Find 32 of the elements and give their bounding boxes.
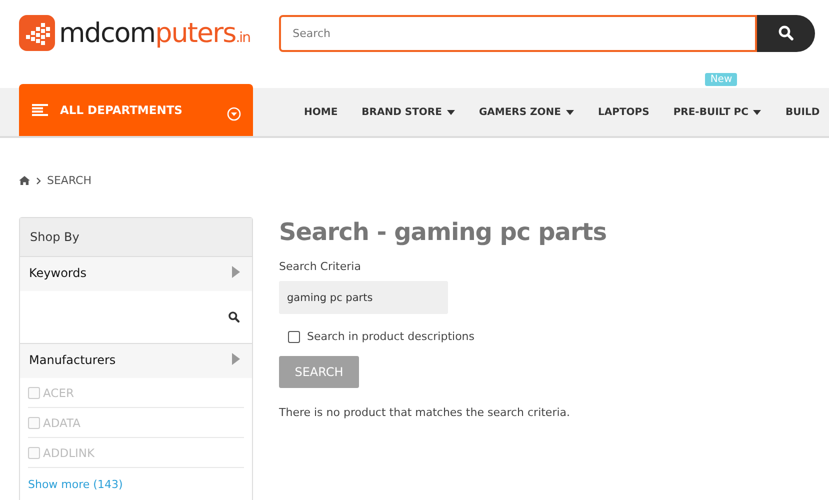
chevron-icon	[36, 176, 41, 184]
search-button[interactable]	[757, 14, 815, 52]
triangle-icon	[232, 266, 240, 278]
new-badge: New	[705, 72, 738, 86]
search-field[interactable]: Search	[278, 14, 757, 52]
checkbox[interactable]	[288, 330, 300, 342]
logo-wordmark: mdcomputers.in	[59, 20, 250, 46]
triangle-icon	[232, 353, 240, 365]
home-icon[interactable]	[19, 176, 30, 185]
checkbox-label: Search in product descriptions	[307, 330, 475, 343]
nav-link[interactable]: GAMERS ZONE	[478, 106, 574, 118]
menu-icon	[32, 104, 48, 116]
dropdown-circle-icon	[227, 107, 241, 121]
no-results-message: There is no product that matches the search criteria.	[279, 406, 572, 419]
logo-icon	[19, 15, 55, 51]
nav-link[interactable]: LAPTOPS	[598, 106, 650, 118]
checkbox-label: ADDLINK	[43, 446, 95, 460]
search-criteria-field[interactable]: gaming pc parts	[279, 281, 448, 314]
breadcrumb-link[interactable]: SEARCH	[47, 174, 92, 187]
filter-header[interactable]: Keywords	[20, 257, 252, 291]
nav-link[interactable]: BUILD	[785, 106, 820, 118]
search-icon[interactable]	[228, 311, 240, 323]
field-label: Search Criteria	[279, 260, 362, 273]
panel-title: Shop By	[20, 218, 252, 257]
filter-header[interactable]: Manufacturers	[20, 344, 252, 378]
nav-link[interactable]: PRE-BUILT PC	[673, 106, 762, 118]
nav-link[interactable]: HOME	[304, 106, 338, 118]
search-icon	[778, 25, 794, 41]
checkbox-label: ACER	[43, 386, 74, 400]
page-heading: Search - gaming pc parts	[279, 218, 608, 246]
nav-link[interactable]: BRAND STORE	[362, 106, 455, 118]
checkbox-label: ADATA	[43, 416, 80, 430]
